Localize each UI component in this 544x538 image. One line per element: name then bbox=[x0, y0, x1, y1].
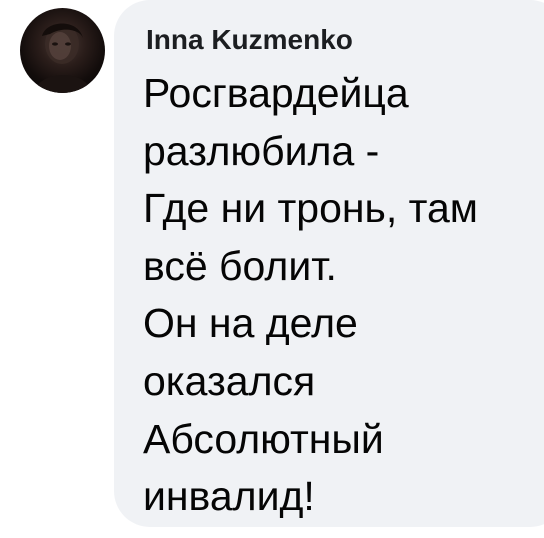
comment-text-line: Абсолютный bbox=[143, 415, 384, 462]
comment-text: Росгвардейца разлюбила - Где ни тронь, т… bbox=[143, 65, 533, 526]
comment-text-line: оказался bbox=[143, 357, 316, 404]
comment-text-line: Он на деле bbox=[143, 300, 358, 347]
comment-text-line: инвалид! bbox=[143, 473, 315, 520]
comment-text-line: Росгвардейца bbox=[143, 70, 409, 116]
comment-author-name[interactable]: Inna Kuzmenko bbox=[146, 20, 353, 60]
avatar[interactable] bbox=[20, 8, 105, 93]
avatar-photo-icon bbox=[34, 23, 92, 93]
comment-view: Inna Kuzmenko Росгвардейца разлюбила - Г… bbox=[0, 0, 544, 538]
comment-text-line: разлюбила - bbox=[143, 127, 380, 174]
comment-text-line: всё болит. bbox=[143, 242, 337, 289]
comment-text-line: Где ни тронь, там bbox=[143, 185, 478, 232]
